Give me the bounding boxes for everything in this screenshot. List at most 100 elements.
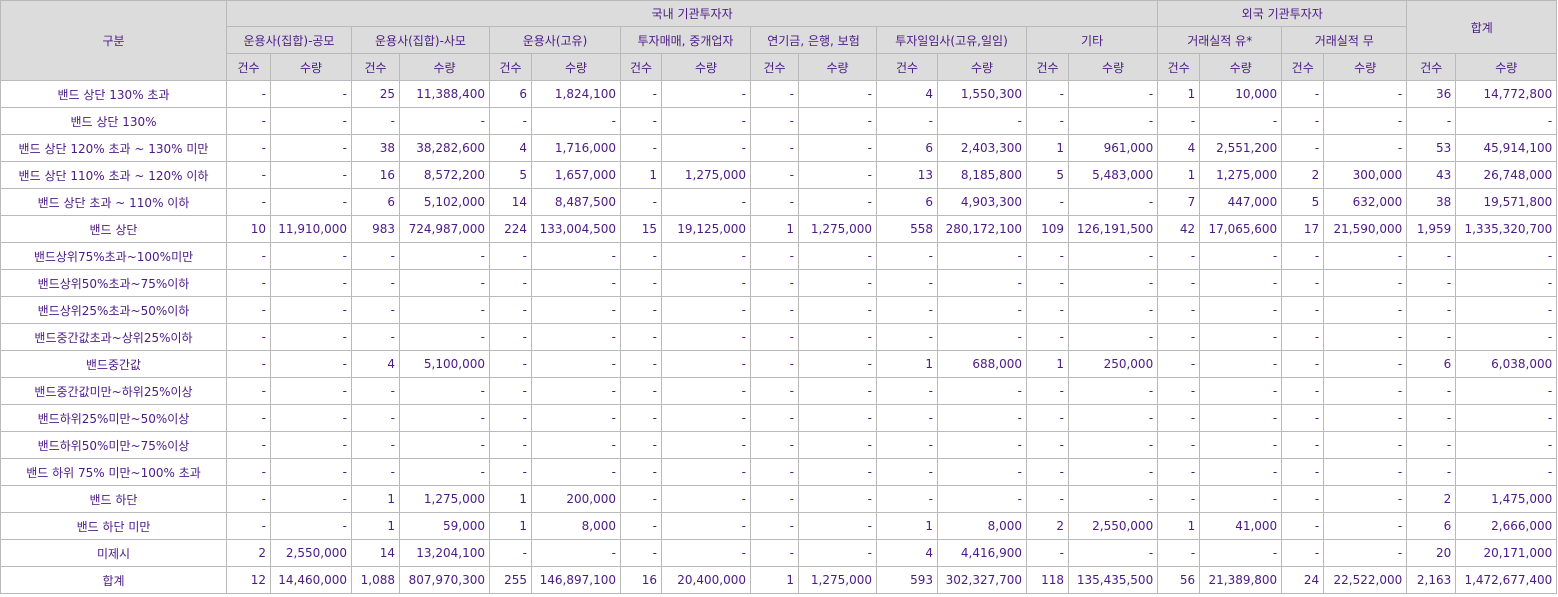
count-cell: - xyxy=(1026,242,1069,270)
count-cell: - xyxy=(620,404,662,432)
count-cell: 6 xyxy=(351,188,400,216)
quantity-cell: 1,824,100 xyxy=(531,80,621,108)
count-cell: - xyxy=(489,296,532,324)
quantity-cell: - xyxy=(270,512,352,540)
count-cell: - xyxy=(226,323,271,351)
count-cell: - xyxy=(351,107,400,135)
quantity-cell: 126,191,500 xyxy=(1067,215,1159,243)
quantity-cell: 14,772,800 xyxy=(1455,80,1558,108)
count-cell: 1 xyxy=(351,485,400,513)
count-cell: 4 xyxy=(1157,134,1201,162)
quantity-cell: - xyxy=(1323,323,1408,351)
table-row: 밴드 상단 120% 초과 ~ 130% 미만 - -38 38,282,600 4 1,… xyxy=(0,134,1558,162)
count-cell: 14 xyxy=(351,539,400,567)
quantity-cell: - xyxy=(661,350,751,378)
quantity-cell: - xyxy=(798,134,877,162)
count-cell: - xyxy=(351,404,400,432)
count-cell: 1 xyxy=(1157,512,1201,540)
quantity-cell: 14,460,000 xyxy=(270,566,352,594)
quantity-cell: - xyxy=(798,404,877,432)
category-header: 구분 xyxy=(0,0,227,81)
count-cell: - xyxy=(1026,323,1069,351)
quantity-cell: - xyxy=(1067,539,1159,567)
quantity-column-header: 수량 xyxy=(399,53,490,81)
count-cell: 1 xyxy=(489,512,532,540)
row-label: 밴드 상단 130% 초과 xyxy=(0,80,227,108)
quantity-cell: - xyxy=(798,458,877,486)
count-cell: - xyxy=(750,107,799,135)
count-cell: - xyxy=(1406,404,1457,432)
count-cell: - xyxy=(351,377,400,405)
count-cell: - xyxy=(620,350,662,378)
count-cell: - xyxy=(750,296,799,324)
count-cell: 7 xyxy=(1157,188,1201,216)
quantity-cell: - xyxy=(531,269,621,297)
quantity-cell: 1,335,320,700 xyxy=(1455,215,1558,243)
count-cell: 1 xyxy=(750,566,799,594)
quantity-cell: 20,171,000 xyxy=(1455,539,1558,567)
quantity-cell: 807,970,300 xyxy=(399,566,490,594)
count-cell: - xyxy=(876,404,938,432)
count-cell: 2 xyxy=(1406,485,1457,513)
group-header: 투자일임사(고유,일임) xyxy=(876,26,1027,54)
row-label: 밴드중간값미만~하위25%이상 xyxy=(0,377,227,405)
quantity-cell: - xyxy=(531,458,621,486)
quantity-cell: - xyxy=(798,80,877,108)
quantity-cell: - xyxy=(1323,539,1408,567)
count-cell: - xyxy=(620,485,662,513)
count-cell: 1 xyxy=(876,350,938,378)
quantity-cell: - xyxy=(399,296,490,324)
count-cell: - xyxy=(1026,431,1069,459)
count-cell: - xyxy=(1406,269,1457,297)
quantity-cell: - xyxy=(798,485,877,513)
quantity-cell: - xyxy=(937,431,1027,459)
quantity-cell: - xyxy=(1455,404,1558,432)
quantity-cell: - xyxy=(661,377,751,405)
quantity-cell: - xyxy=(661,107,751,135)
count-cell: - xyxy=(1157,377,1201,405)
quantity-column-header: 수량 xyxy=(798,53,877,81)
count-cell: 17 xyxy=(1281,215,1325,243)
count-cell: 2 xyxy=(226,539,271,567)
count-cell: - xyxy=(1406,323,1457,351)
count-cell: - xyxy=(489,377,532,405)
count-cell: - xyxy=(750,134,799,162)
table-body: 밴드 상단 130% 초과 - -25 11,388,400 6 1,824,100- - -… xyxy=(0,80,1558,594)
quantity-cell: - xyxy=(1455,377,1558,405)
quantity-cell: - xyxy=(1067,323,1159,351)
count-cell: 15 xyxy=(620,215,662,243)
count-cell: - xyxy=(489,458,532,486)
count-cell: - xyxy=(351,269,400,297)
count-cell: - xyxy=(489,269,532,297)
quantity-cell: - xyxy=(798,107,877,135)
count-cell: - xyxy=(1281,431,1325,459)
quantity-cell: - xyxy=(1199,323,1283,351)
quantity-cell: 447,000 xyxy=(1199,188,1283,216)
count-cell: - xyxy=(620,323,662,351)
quantity-cell: 2,403,300 xyxy=(937,134,1027,162)
quantity-cell: - xyxy=(1323,107,1408,135)
count-cell: 13 xyxy=(876,161,938,189)
table-row: 밴드 하단 미만 - -1 59,000 1 8,000- - - -1 8,000 2 2,550,… xyxy=(0,512,1558,540)
row-label: 밴드 상단 110% 초과 ~ 120% 이하 xyxy=(0,161,227,189)
count-cell: - xyxy=(1026,458,1069,486)
count-cell: - xyxy=(1281,539,1325,567)
count-cell: - xyxy=(351,296,400,324)
quantity-cell: - xyxy=(661,431,751,459)
quantity-cell: 21,389,800 xyxy=(1199,566,1283,594)
quantity-cell: - xyxy=(1323,458,1408,486)
row-label: 밴드중간값초과~상위25%이하 xyxy=(0,323,227,351)
table-row: 밴드 상단 130% - - - - - - - - - - - - - - - - - - - - xyxy=(0,107,1558,135)
quantity-cell: - xyxy=(661,539,751,567)
count-cell: 2 xyxy=(1281,161,1325,189)
quantity-cell: - xyxy=(1067,242,1159,270)
count-cell: - xyxy=(750,350,799,378)
quantity-cell: - xyxy=(661,485,751,513)
quantity-cell: - xyxy=(661,134,751,162)
quantity-cell: 6,038,000 xyxy=(1455,350,1558,378)
count-cell: - xyxy=(1281,107,1325,135)
quantity-cell: - xyxy=(1323,134,1408,162)
quantity-cell: 8,000 xyxy=(937,512,1027,540)
count-cell: 43 xyxy=(1406,161,1457,189)
count-cell: - xyxy=(750,539,799,567)
